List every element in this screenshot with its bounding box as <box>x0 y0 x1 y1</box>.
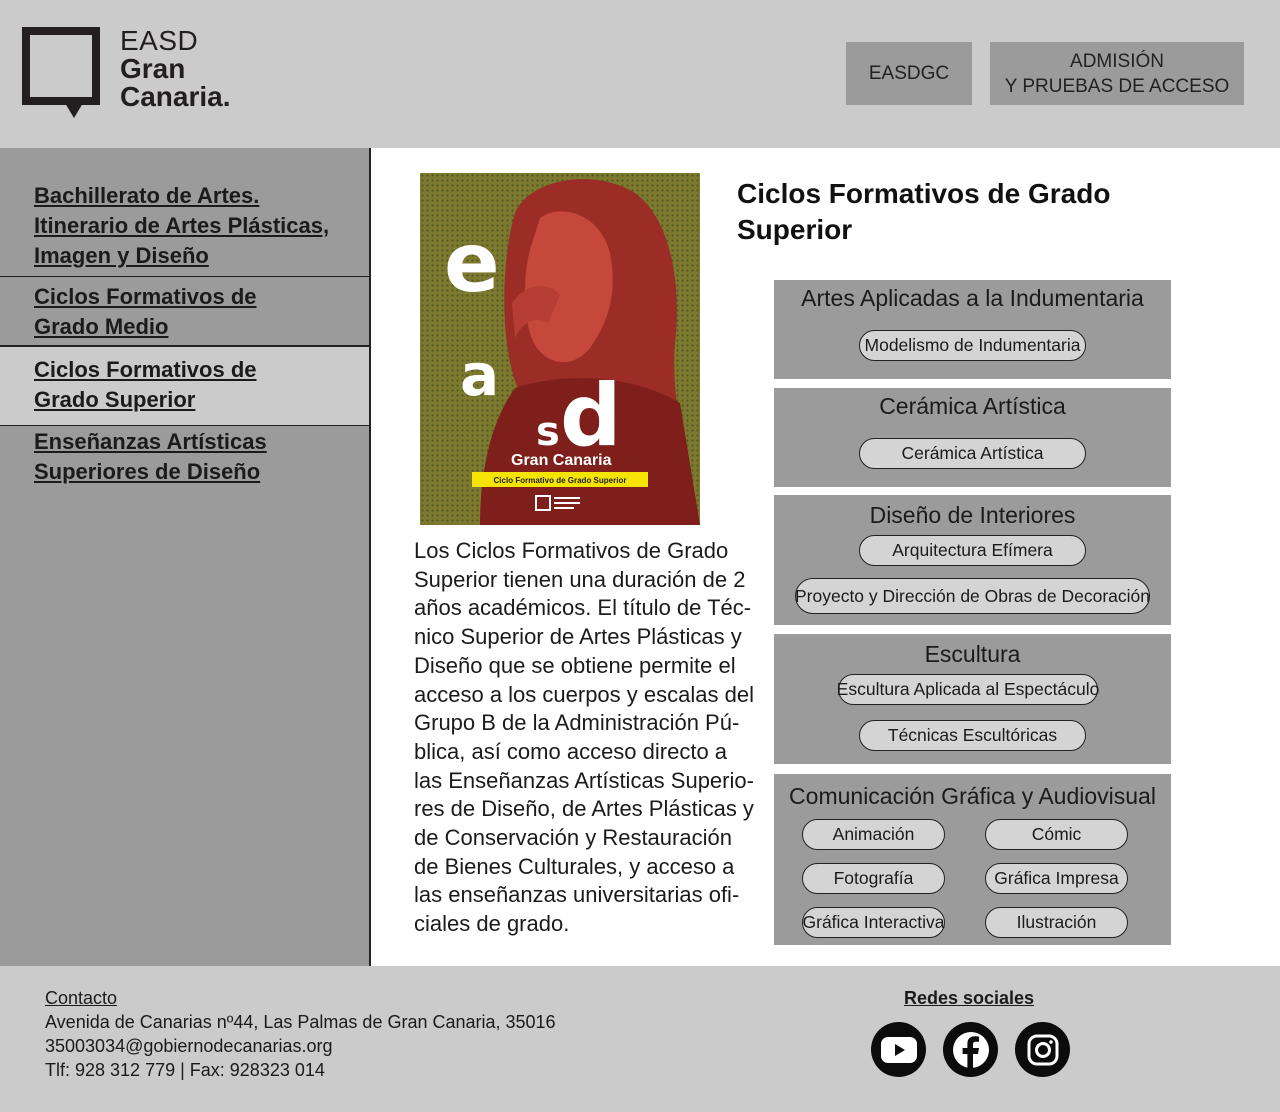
family-title: Diseño de Interiores <box>869 502 1076 528</box>
course-pill-grafica-interactiva[interactable]: Gráfica Interactiva <box>802 907 945 938</box>
facebook-icon[interactable] <box>943 1022 998 1077</box>
family-title: Comunicación Gráfica y Audiovisual <box>789 783 1156 809</box>
course-pill-tecnicas-escultoricas[interactable]: Técnicas Escultóricas <box>859 720 1086 751</box>
easdgc-button[interactable]: EASDGC <box>846 42 972 105</box>
sidebar-item-grado-superior-active[interactable]: Ciclos Formativos de Grado Superior <box>0 346 369 426</box>
logo-line-2: Gran <box>120 53 186 84</box>
family-panel-ceramica: Cerámica Artística Cerámica Artística <box>774 388 1171 487</box>
contact-link[interactable]: Contacto <box>45 988 117 1009</box>
page-title: Ciclos Formativos de Grado Superior <box>737 178 1111 245</box>
course-pill-fotografia[interactable]: Fotografía <box>802 863 945 894</box>
social-label: Redes sociales <box>903 988 1035 1008</box>
contact-phone: Tlf: 928 312 779 | Fax: 928323 014 <box>45 1060 325 1080</box>
course-poster-image: e a s d Gran Canaria Ciclo Formativo de … <box>420 173 700 525</box>
family-title: Cerámica Artística <box>879 393 1066 419</box>
family-title: Artes Aplicadas a la Indumentaria <box>801 285 1144 311</box>
site-footer: Contacto Avenida de Canarias nº44, Las P… <box>0 966 1280 1112</box>
course-pill-ilustracion[interactable]: Ilustración <box>985 907 1128 938</box>
sidebar-item-label: Ciclos Formativos de Grado Superior <box>34 357 257 412</box>
family-panel-comunicacion: Comunicación Gráfica y Audiovisual Anima… <box>774 774 1171 945</box>
sidebar-item-label: Enseñanzas Artísticas Superiores de Dise… <box>34 429 267 484</box>
family-panel-interiores: Diseño de Interiores Arquitectura Efímer… <box>774 495 1171 625</box>
family-panel-indumentaria: Artes Aplicadas a la Indumentaria Modeli… <box>774 280 1171 379</box>
poster-letter-e: e <box>444 216 500 311</box>
course-pill-escultura-espectaculo[interactable]: Escultura Aplicada al Espectáculo <box>837 674 1099 705</box>
sidebar-item-label: Ciclos Formativos de Grado Medio <box>34 284 257 339</box>
course-pill-arquitectura-efimera[interactable]: Arquitectura Efímera <box>859 535 1086 566</box>
youtube-icon[interactable] <box>871 1022 926 1077</box>
contact-address: Avenida de Canarias nº44, Las Palmas de … <box>45 1012 556 1032</box>
poster-brand: Gran Canaria <box>511 452 612 469</box>
sidebar-nav: Bachillerato de Artes. Itinerario de Art… <box>0 148 371 966</box>
site-header: EASD Gran Canaria. EASDGC ADMISIÓN Y PRU… <box>0 0 1280 148</box>
course-pill-animacion[interactable]: Animación <box>802 819 945 850</box>
course-pill-modelismo[interactable]: Modelismo de Indumentaria <box>859 330 1086 361</box>
instagram-icon[interactable] <box>1015 1022 1070 1077</box>
poster-band-text: Ciclo Formativo de Grado Superior <box>494 476 627 485</box>
logo-line-3: Canaria. <box>120 81 231 112</box>
logo-wordmark: EASD Gran Canaria. <box>120 27 231 111</box>
sidebar-item-grado-medio[interactable]: Ciclos Formativos de Grado Medio <box>0 278 369 346</box>
easd-logo[interactable]: EASD Gran Canaria. <box>22 27 262 122</box>
sidebar-item-label: Bachillerato de Artes. Itinerario de Art… <box>34 183 330 268</box>
logo-bubble-tail <box>65 103 83 118</box>
sidebar-item-bachillerato[interactable]: Bachillerato de Artes. Itinerario de Art… <box>0 181 369 277</box>
course-pill-ceramica[interactable]: Cerámica Artística <box>859 438 1086 469</box>
poster-letter-a: a <box>460 341 499 409</box>
sidebar-item-ensenanzas-superiores[interactable]: Enseñanzas Artísticas Superiores de Dise… <box>0 427 369 493</box>
family-title: Escultura <box>924 641 1021 667</box>
admision-button[interactable]: ADMISIÓN Y PRUEBAS DE ACCESO <box>990 42 1244 105</box>
contact-email: 35003034@gobiernodecanarias.org <box>45 1036 333 1056</box>
course-pill-comic[interactable]: Cómic <box>985 819 1128 850</box>
logo-line-1: EASD <box>120 25 199 56</box>
course-pill-proyecto-direccion[interactable]: Proyecto y Dirección de Obras de Decorac… <box>795 578 1150 614</box>
poster-letter-d: d <box>560 366 622 466</box>
poster-letter-s: s <box>536 409 560 455</box>
course-description: Los Ciclos Formativos de Grado Superior … <box>414 538 754 937</box>
course-pill-grafica-impresa[interactable]: Gráfica Impresa <box>985 863 1128 894</box>
logo-speech-bubble-icon <box>22 27 100 105</box>
family-panel-escultura: Escultura Escultura Aplicada al Espectác… <box>774 634 1171 764</box>
